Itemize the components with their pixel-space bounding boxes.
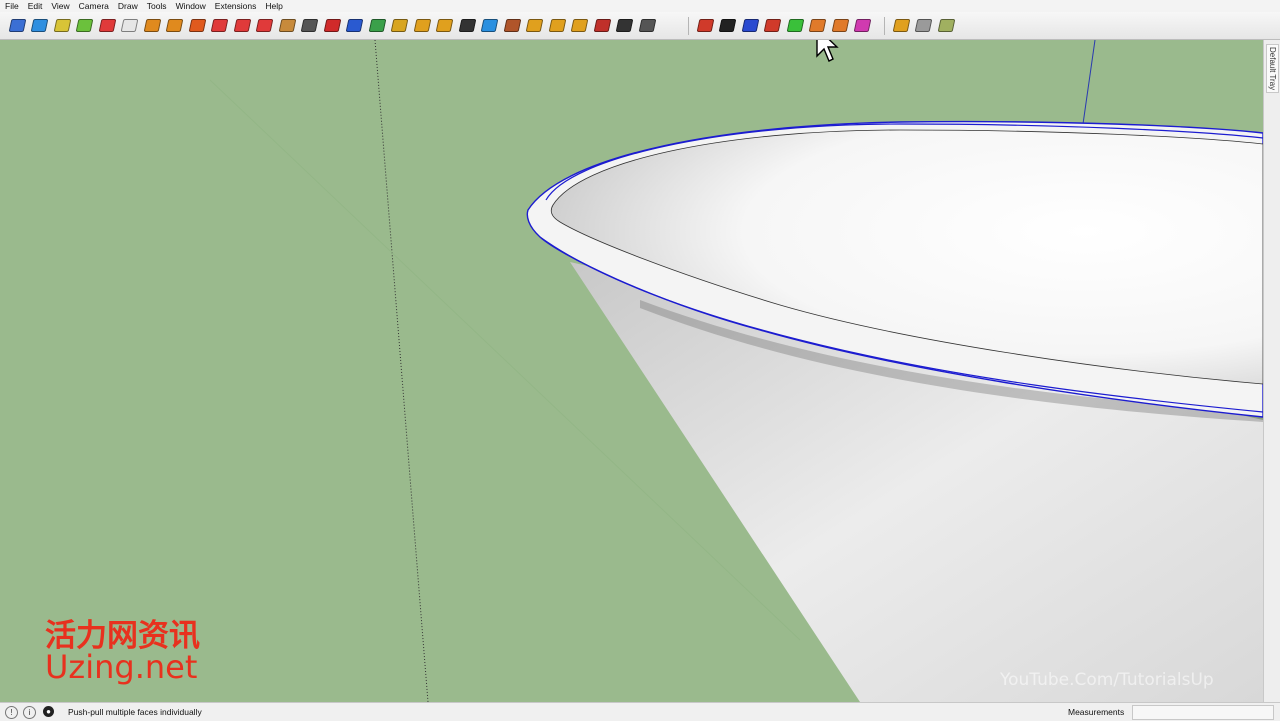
green-axis-dotted	[374, 40, 429, 702]
push-pull-icon[interactable]	[718, 16, 737, 34]
watermark-site: Uzing.net	[45, 648, 198, 686]
rotate-icon[interactable]	[413, 16, 431, 34]
push-pull-icon[interactable]	[763, 16, 782, 34]
pan-icon[interactable]	[165, 16, 184, 34]
section-plane-icon[interactable]	[233, 16, 251, 34]
component-icon[interactable]	[638, 16, 656, 34]
watermark-youtube: YouTube.Com/TutorialsUp	[1000, 670, 1214, 690]
blue-axis	[1082, 40, 1096, 125]
front-view-icon[interactable]	[53, 16, 71, 34]
mouse-cursor-icon	[816, 40, 839, 62]
menu-draw[interactable]: Draw	[113, 0, 142, 12]
bezier-icon[interactable]	[345, 16, 364, 34]
push-pull-icon[interactable]	[808, 16, 827, 34]
menu-file[interactable]: File	[0, 0, 23, 12]
push-pull-icon[interactable]	[741, 16, 759, 34]
menu-camera[interactable]: Camera	[74, 0, 113, 12]
measurements-label: Measurements	[1068, 707, 1125, 717]
rectangle-icon[interactable]	[210, 16, 229, 34]
menu-tools[interactable]: Tools	[142, 0, 171, 12]
toolbar-separator	[688, 17, 689, 35]
default-tray-panel[interactable]: Default Tray	[1263, 40, 1280, 702]
right-view-icon[interactable]	[75, 16, 94, 34]
orbit-icon[interactable]	[143, 16, 161, 34]
top-view-icon[interactable]	[30, 16, 49, 34]
push-pull-icon[interactable]	[831, 16, 849, 34]
move-icon[interactable]	[480, 16, 499, 34]
left-view-icon[interactable]	[120, 16, 139, 34]
menu-window[interactable]: Window	[171, 0, 210, 12]
solid-icon[interactable]	[937, 16, 955, 34]
solid-icon[interactable]	[892, 16, 910, 34]
grid-icon[interactable]	[548, 16, 566, 34]
model-viewport[interactable]	[0, 40, 1263, 702]
credits-icon[interactable]: i	[23, 706, 36, 719]
push-pull-icon[interactable]	[853, 16, 872, 34]
solid-icon[interactable]	[914, 16, 933, 34]
back-view-icon[interactable]	[98, 16, 116, 34]
push-pull-icon[interactable]	[696, 16, 714, 34]
gear-icon[interactable]	[458, 16, 476, 34]
cube-icon[interactable]	[503, 16, 521, 34]
iso-view-icon[interactable]	[8, 16, 26, 34]
default-tray-tab[interactable]: Default Tray	[1266, 44, 1279, 94]
arc-icon[interactable]	[615, 16, 634, 34]
toolbar	[0, 12, 1280, 40]
grid-icon[interactable]	[570, 16, 589, 34]
zoom-icon[interactable]	[188, 16, 206, 34]
menu-bar: File Edit View Camera Draw Tools Window Extensi…	[0, 0, 1280, 12]
follow-me-icon[interactable]	[300, 16, 319, 34]
model-canvas[interactable]	[0, 40, 1263, 702]
measurements-input[interactable]	[1132, 705, 1274, 720]
status-message: Push-pull multiple faces individually	[68, 707, 202, 717]
geo-location-icon[interactable]: !	[5, 706, 18, 719]
curve-icon[interactable]	[323, 16, 341, 34]
menu-help[interactable]: Help	[260, 0, 286, 12]
warning-icon[interactable]	[390, 16, 409, 34]
scatter-icon[interactable]	[593, 16, 611, 34]
menu-extensions[interactable]: Extensions	[210, 0, 261, 12]
menu-view[interactable]: View	[46, 0, 73, 12]
status-bar: ! i ● Push-pull multiple faces individua…	[0, 702, 1280, 721]
refresh-icon[interactable]	[435, 16, 454, 34]
box-icon[interactable]	[278, 16, 296, 34]
flag-icon[interactable]	[255, 16, 274, 34]
user-icon[interactable]: ●	[43, 706, 54, 717]
menu-edit[interactable]: Edit	[23, 0, 47, 12]
push-pull-icon[interactable]	[786, 16, 804, 34]
triangle-icon[interactable]	[368, 16, 386, 34]
toolbar-separator	[884, 17, 885, 35]
grid-icon[interactable]	[525, 16, 544, 34]
